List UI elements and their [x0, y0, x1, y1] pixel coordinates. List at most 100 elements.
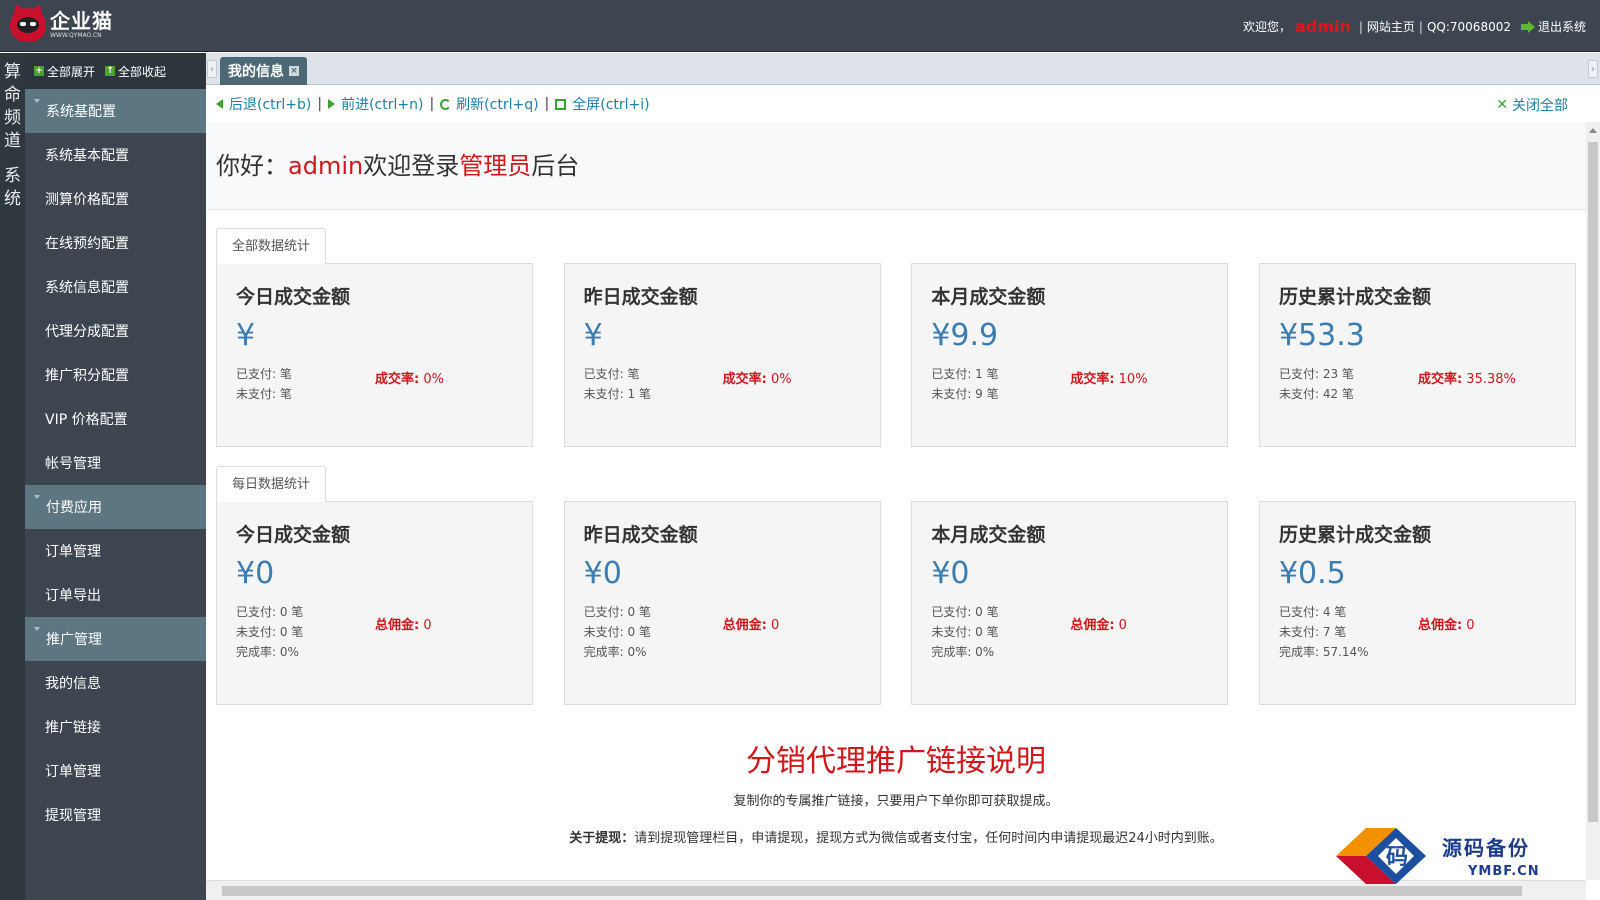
sidebar-item-booking-config[interactable]: 在线预约配置 — [25, 221, 206, 265]
refresh-button[interactable]: 刷新(ctrl+q) — [440, 94, 539, 114]
scroll-up-icon[interactable] — [1589, 128, 1597, 133]
user-bar: 欢迎您， admin | 网站主页 | QQ:70068002 退出系统 — [1243, 17, 1586, 36]
sidebar: + 全部展开 ↑ 全部收起 系统基配置 系统基本配置 测算价格配置 在线预约配置 系… — [25, 53, 206, 900]
welcome-user: admin — [288, 152, 364, 180]
svg-text:码: 码 — [1386, 845, 1408, 870]
sidebar-item-order-export[interactable]: 订单导出 — [25, 573, 206, 617]
card-title: 昨日成交金额 — [583, 524, 698, 546]
vtab-fortune-channel[interactable]: 算命频道 — [0, 53, 25, 153]
fullscreen-icon — [555, 98, 567, 110]
brand-name: 企业猫 — [50, 9, 113, 33]
card-title: 今日成交金额 — [236, 286, 351, 308]
card-amount: ¥53.3 — [1278, 318, 1365, 353]
card-done-rate: 完成率: 0% — [931, 645, 995, 659]
stat-card: 本月成交金额 ¥0 已支付: 0 笔未支付: 0 笔完成率: 0% 总佣金: 0 — [911, 501, 1229, 705]
sidebar-item-order-mgmt[interactable]: 订单管理 — [25, 529, 206, 573]
username: admin — [1295, 17, 1351, 36]
brand-logo[interactable]: 企业猫 WWW.QYMAO.CN — [10, 8, 113, 42]
watermark: 码 源码备份 YMBF.CN — [1318, 820, 1600, 900]
tab-scroll-right-icon[interactable]: › — [1588, 60, 1598, 78]
main-content: 你好：admin欢迎登录管理员后台 全部数据统计 今日成交金额 ¥ 已支付: 笔… — [206, 122, 1586, 880]
card-title: 历史累计成交金额 — [1278, 286, 1431, 308]
sidebar-group-promotion[interactable]: 推广管理 — [25, 617, 206, 661]
fullscreen-label: 全屏(ctrl+i) — [572, 97, 650, 113]
daily-stats-cards: 今日成交金额 ¥0 已支付: 0 笔未支付: 0 笔完成率: 0% 总佣金: 0… — [216, 501, 1576, 705]
back-button[interactable]: 后退(ctrl+b) — [216, 94, 311, 114]
expand-all-button[interactable]: + 全部展开 — [34, 63, 95, 80]
sidebar-group-paid-apps[interactable]: 付费应用 — [25, 485, 206, 529]
card-amount: ¥0 — [583, 556, 622, 591]
sidebar-item-promo-link[interactable]: 推广链接 — [25, 705, 206, 749]
section-tab-total[interactable]: 全部数据统计 — [216, 228, 327, 264]
watermark-logo-icon: 码 — [1336, 828, 1426, 884]
site-home-link[interactable]: 网站主页 — [1367, 18, 1415, 35]
card-amount: ¥0 — [931, 556, 970, 591]
fullscreen-button[interactable]: 全屏(ctrl+i) — [555, 94, 650, 114]
stat-card: 今日成交金额 ¥ 已支付: 笔未支付: 笔 成交率: 0% — [216, 263, 533, 447]
promo-description: 复制你的专属推广链接，只要用户下单你即可获取提成。 — [733, 794, 1059, 809]
watermark-text: 源码备份 — [1442, 836, 1530, 860]
close-all-label: 关闭全部 — [1512, 98, 1568, 114]
sidebar-item-vip-price-config[interactable]: VIP 价格配置 — [25, 397, 206, 441]
logout-link[interactable]: 退出系统 — [1538, 18, 1586, 35]
card-rate: 成交率: 35.38% — [1417, 372, 1516, 387]
stat-card: 昨日成交金额 ¥0 已支付: 0 笔未支付: 0 笔完成率: 0% 总佣金: 0 — [563, 501, 881, 705]
forward-label: 前进(ctrl+n) — [341, 97, 424, 113]
card-title: 本月成交金额 — [931, 524, 1046, 546]
card-commission: 总佣金: 0 — [375, 618, 432, 633]
scrollbar-thumb[interactable] — [1588, 142, 1598, 822]
sidebar-tools: + 全部展开 ↑ 全部收起 — [25, 53, 206, 89]
stat-card: 今日成交金额 ¥0 已支付: 0 笔未支付: 0 笔完成率: 0% 总佣金: 0 — [216, 501, 533, 705]
forward-button[interactable]: 前进(ctrl+n) — [328, 94, 423, 114]
sidebar-item-my-info[interactable]: 我的信息 — [25, 661, 206, 705]
sidebar-item-price-config[interactable]: 测算价格配置 — [25, 177, 206, 221]
close-all-button[interactable]: ✕ 关闭全部 — [1496, 95, 1568, 115]
sidebar-item-account-mgmt[interactable]: 帐号管理 — [25, 441, 206, 485]
sidebar-item-info-config[interactable]: 系统信息配置 — [25, 265, 206, 309]
card-amount: ¥0 — [236, 556, 275, 591]
tab-close-icon[interactable]: × — [289, 66, 299, 76]
vertical-scrollbar[interactable] — [1586, 122, 1600, 880]
section-tab-daily[interactable]: 每日数据统计 — [216, 466, 327, 502]
expand-all-label: 全部展开 — [47, 64, 96, 79]
card-done-rate: 完成率: 0% — [583, 645, 647, 659]
qq-contact: QQ:70068002 — [1426, 19, 1511, 34]
sidebar-item-points-config[interactable]: 推广积分配置 — [25, 353, 206, 397]
stat-card: 昨日成交金额 ¥ 已支付: 笔未支付: 1 笔 成交率: 0% — [563, 263, 881, 447]
collapse-all-button[interactable]: ↑ 全部收起 — [105, 63, 166, 80]
tab-label: 我的信息 — [228, 64, 284, 80]
promo-title: 分销代理推广链接说明 — [746, 744, 1046, 779]
vtab-system[interactable]: 系统 — [0, 153, 25, 211]
sidebar-item-agent-share-config[interactable]: 代理分成配置 — [25, 309, 206, 353]
card-commission: 总佣金: 0 — [1417, 618, 1475, 633]
sidebar-item-basic-config[interactable]: 系统基本配置 — [25, 133, 206, 177]
card-title: 历史累计成交金额 — [1278, 524, 1431, 546]
welcome-suffix: 后台 — [531, 152, 580, 180]
back-label: 后退(ctrl+b) — [229, 97, 312, 113]
refresh-icon — [440, 98, 452, 110]
back-arrow-icon — [216, 99, 223, 109]
stat-card: 历史累计成交金额 ¥53.3 已支付: 23 笔未支付: 42 笔 成交率: 3… — [1258, 263, 1576, 447]
tab-my-info[interactable]: 我的信息 × — [220, 57, 307, 85]
card-rate: 成交率: 0% — [722, 372, 792, 387]
sidebar-item-promo-orders[interactable]: 订单管理 — [25, 749, 206, 793]
card-rate: 成交率: 10% — [1070, 372, 1148, 387]
card-commission: 总佣金: 0 — [722, 618, 780, 633]
card-done-rate: 完成率: 0% — [236, 645, 299, 659]
card-amount: ¥9.9 — [931, 318, 999, 353]
logout-arrow-icon — [1520, 20, 1535, 33]
tab-scroll-left-icon[interactable]: ‹ — [207, 60, 217, 78]
card-amount: ¥ — [236, 318, 256, 353]
card-unpaid: 未支付: 1 笔 — [583, 387, 651, 401]
card-commission: 总佣金: 0 — [1070, 618, 1127, 633]
plus-icon: + — [34, 66, 44, 76]
vertical-tab-strip: 算命频道 系统 — [0, 53, 25, 900]
card-title: 昨日成交金额 — [583, 286, 698, 308]
watermark-url: YMBF.CN — [1468, 864, 1540, 879]
card-title: 今日成交金额 — [236, 524, 351, 546]
sidebar-group-system-config[interactable]: 系统基配置 — [25, 89, 206, 133]
close-icon: ✕ — [1496, 97, 1508, 113]
sidebar-item-withdrawal[interactable]: 提现管理 — [25, 793, 206, 837]
welcome-banner: 你好：admin欢迎登录管理员后台 — [206, 122, 1586, 210]
forward-arrow-icon — [328, 99, 336, 109]
